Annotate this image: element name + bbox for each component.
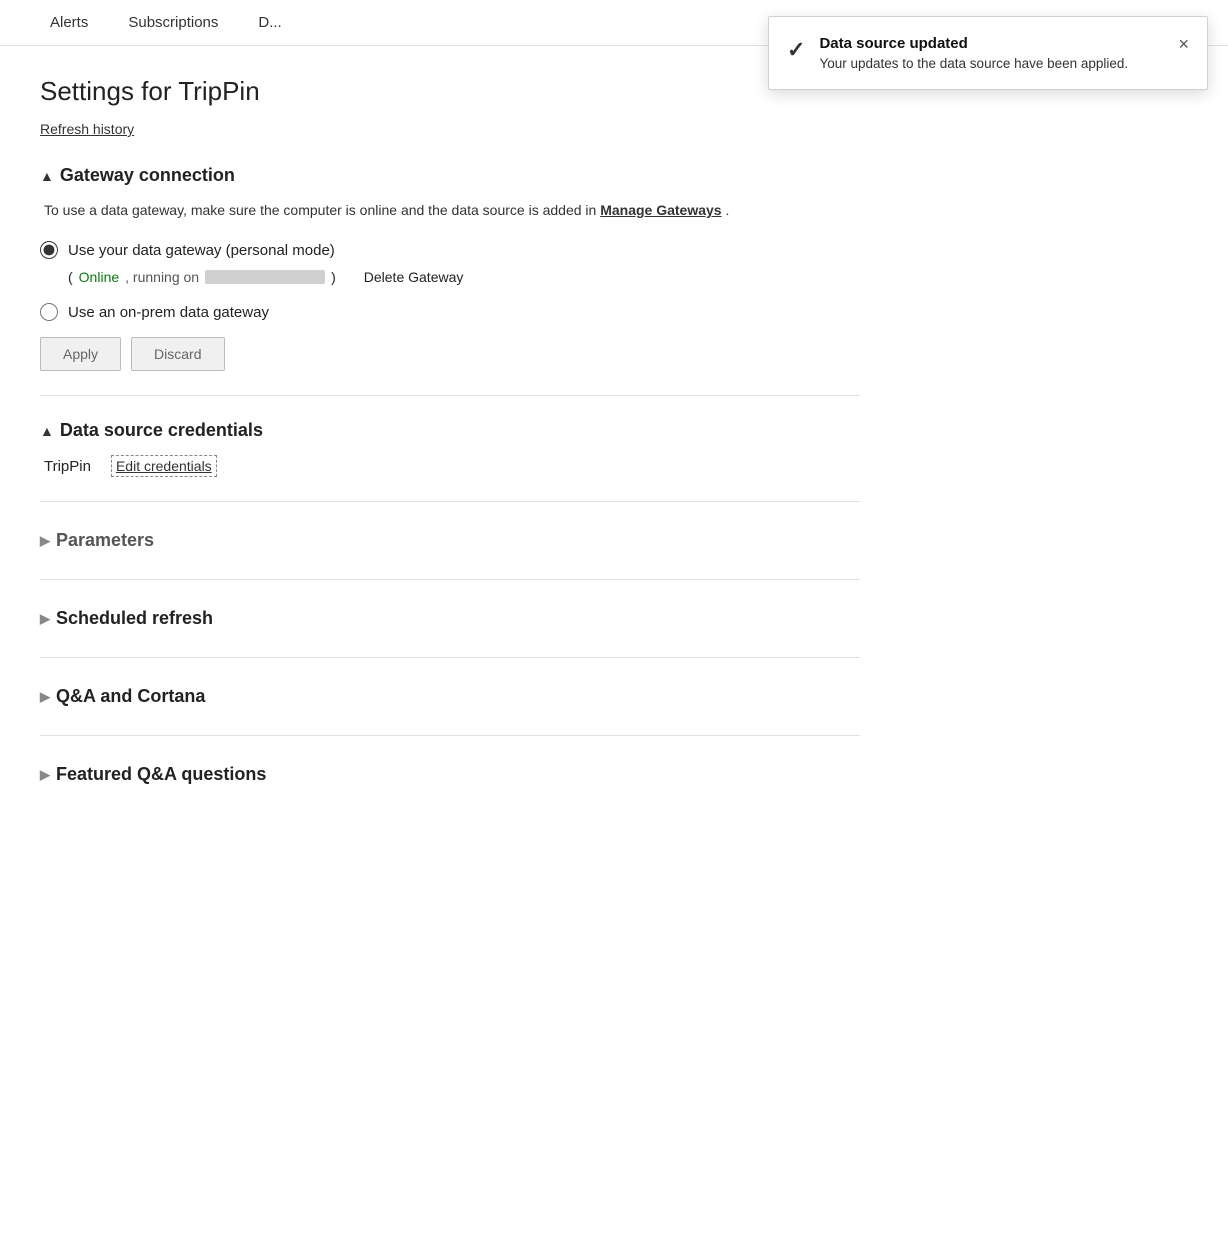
credentials-section-title: Data source credentials [60,420,263,441]
parameters-expand-icon: ▶ [40,533,50,549]
qa-section-title: Q&A and Cortana [56,686,205,707]
parameters-section-title: Parameters [56,530,154,551]
running-on-text: , running on [125,269,199,285]
section-divider-1 [40,395,860,396]
credentials-collapse-arrow-icon: ▲ [40,423,54,439]
credentials-row: TripPin Edit credentials [40,455,860,477]
refresh-history-link[interactable]: Refresh history [40,121,134,137]
gateway-description: To use a data gateway, make sure the com… [40,200,860,221]
status-paren-close: ) [331,269,336,285]
delete-gateway-link[interactable]: Delete Gateway [364,269,464,285]
radio-personal-mode: Use your data gateway (personal mode) [40,241,860,259]
scheduled-refresh-expand-icon: ▶ [40,611,50,627]
gateway-section-header[interactable]: ▲ Gateway connection [40,165,860,186]
featured-qa-title: Featured Q&A questions [56,764,266,785]
edit-credentials-link[interactable]: Edit credentials [111,455,217,477]
toast-notification: ✓ Data source updated Your updates to th… [768,16,1208,90]
gateway-connection-section: ▲ Gateway connection To use a data gatew… [40,165,860,371]
section-divider-5 [40,735,860,736]
featured-qa-expand-icon: ▶ [40,767,50,783]
section-divider-3 [40,579,860,580]
gateway-buttons-row: Apply Discard [40,337,860,371]
gateway-desc-text2: . [725,202,729,218]
machine-name-redacted [205,270,325,284]
section-divider-2 [40,501,860,502]
credentials-section-header[interactable]: ▲ Data source credentials [40,420,860,441]
radio-personal-label[interactable]: Use your data gateway (personal mode) [68,242,335,259]
toast-close-button[interactable]: × [1178,35,1189,53]
radio-onprem-label[interactable]: Use an on-prem data gateway [68,304,269,321]
gateway-desc-text1: To use a data gateway, make sure the com… [44,202,596,218]
toast-title: Data source updated [819,35,1164,52]
scheduled-refresh-section[interactable]: ▶ Scheduled refresh [40,604,860,633]
radio-onprem-mode: Use an on-prem data gateway [40,303,860,321]
radio-onprem-input[interactable] [40,303,58,321]
tab-subscriptions[interactable]: Subscriptions [108,0,238,45]
collapse-arrow-icon: ▲ [40,168,54,184]
parameters-section[interactable]: ▶ Parameters [40,526,860,555]
gateway-status-row: ( Online , running on ) Delete Gateway [40,269,860,285]
toast-message: Your updates to the data source have bee… [819,56,1164,71]
radio-personal-input[interactable] [40,241,58,259]
main-content: Settings for TripPin Refresh history ▲ G… [0,46,900,829]
qa-expand-icon: ▶ [40,689,50,705]
tab-more[interactable]: D... [238,0,301,45]
apply-button[interactable]: Apply [40,337,121,371]
discard-button[interactable]: Discard [131,337,224,371]
datasource-name: TripPin [44,458,91,475]
scheduled-refresh-title: Scheduled refresh [56,608,213,629]
manage-gateways-link[interactable]: Manage Gateways [600,202,721,218]
credentials-section: ▲ Data source credentials TripPin Edit c… [40,420,860,477]
section-divider-4 [40,657,860,658]
tab-alerts[interactable]: Alerts [30,0,108,45]
toast-content: Data source updated Your updates to the … [819,35,1164,71]
gateway-section-title: Gateway connection [60,165,235,186]
online-status: Online [79,269,119,285]
status-paren-open: ( [68,269,73,285]
featured-qa-section[interactable]: ▶ Featured Q&A questions [40,760,860,789]
checkmark-icon: ✓ [787,37,805,63]
page-title: Settings for TripPin [40,76,860,107]
qa-section[interactable]: ▶ Q&A and Cortana [40,682,860,711]
